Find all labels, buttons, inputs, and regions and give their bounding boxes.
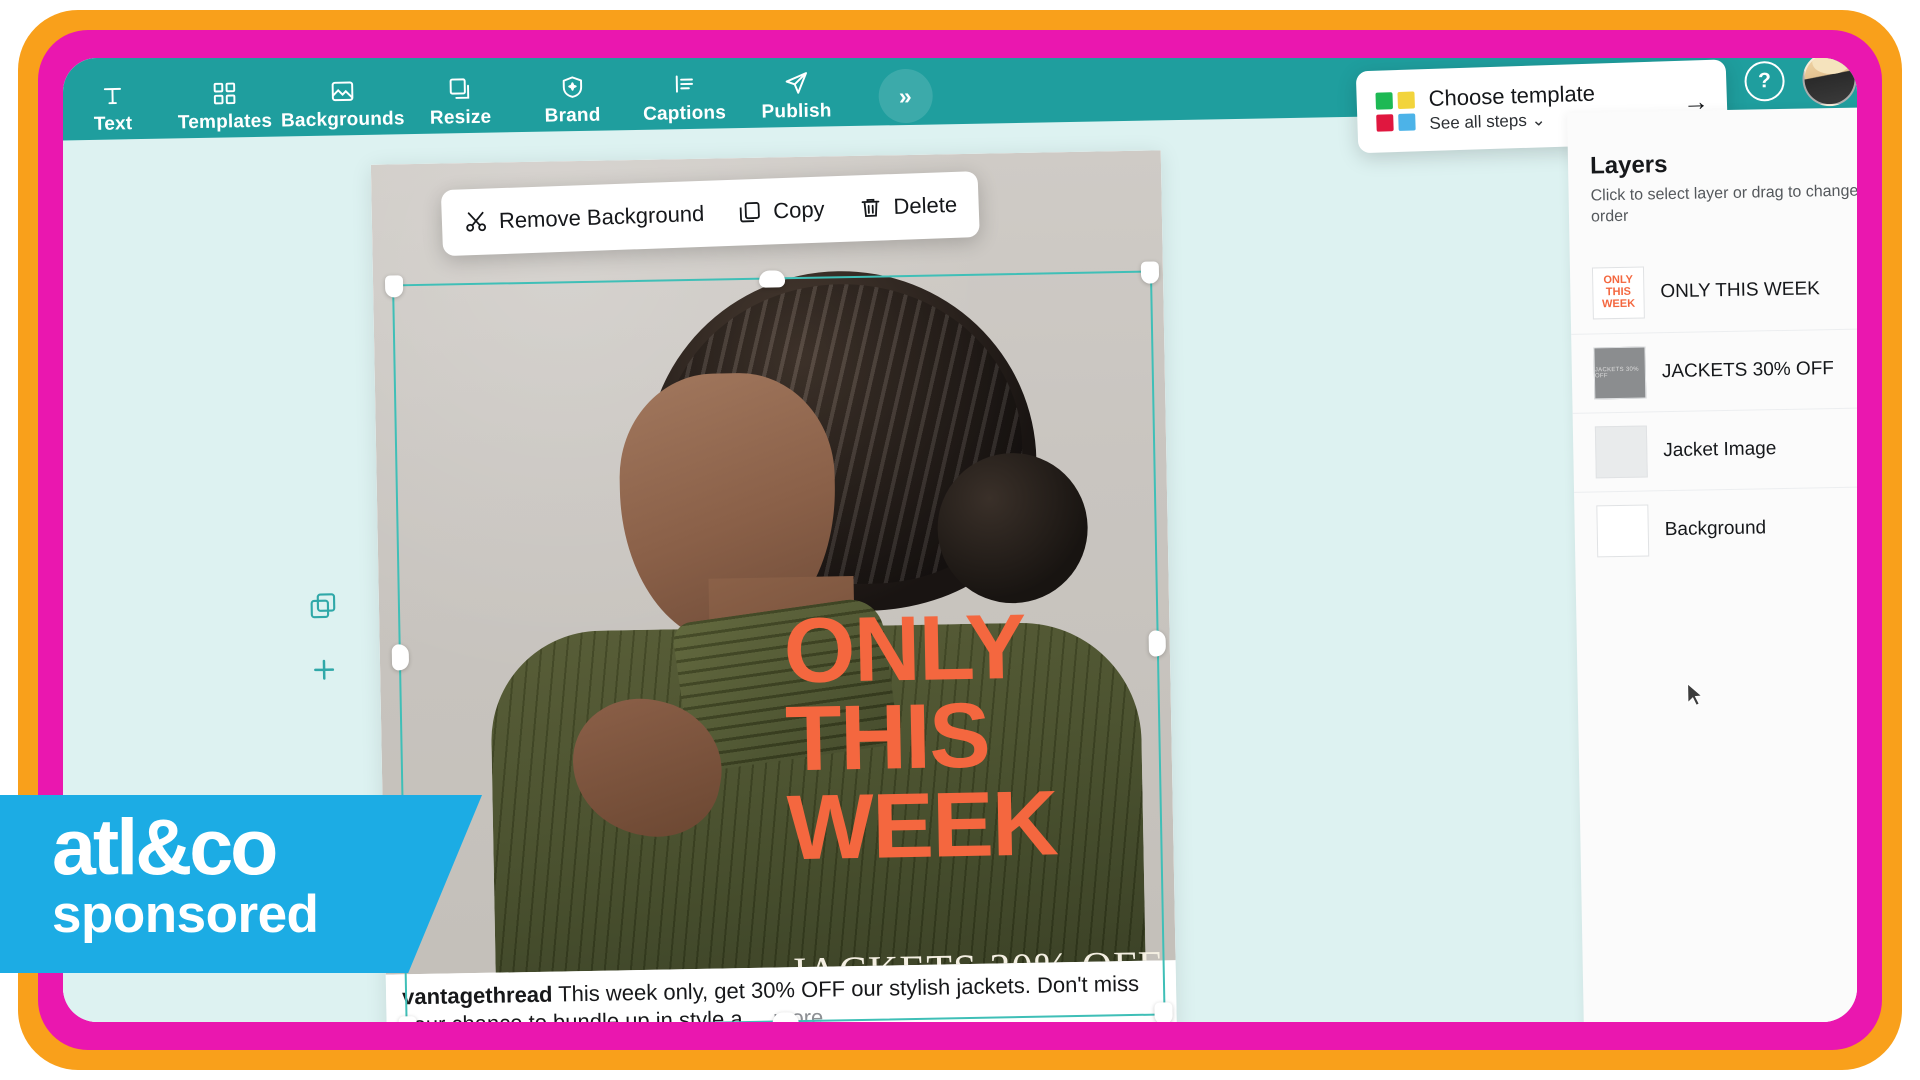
scissors-icon bbox=[466, 211, 487, 232]
nav-label: Brand bbox=[544, 104, 601, 127]
layer-thumbnail-text: ONLY THIS WEEK bbox=[1602, 273, 1636, 311]
nav-label: Resize bbox=[429, 106, 492, 129]
trash-icon bbox=[861, 198, 880, 217]
layer-thumbnail bbox=[1596, 504, 1650, 558]
layer-row[interactable]: ONLY THIS WEEK ONLY THIS WEEK ≡ bbox=[1570, 249, 1857, 334]
model-hair-bun bbox=[936, 451, 1089, 605]
nav-item-templates[interactable]: Templates bbox=[168, 79, 281, 138]
swatch-yellow bbox=[1396, 90, 1415, 109]
post-image[interactable]: ONLY THIS WEEK JACKETS 30% OFF bbox=[370, 150, 1176, 975]
nav-item-text[interactable]: Text bbox=[63, 82, 169, 141]
copy-icon bbox=[740, 202, 761, 223]
nav-label: Templates bbox=[177, 110, 273, 134]
nav-item-brand[interactable]: Brand bbox=[516, 73, 629, 132]
delete-button[interactable]: Delete bbox=[858, 192, 957, 222]
left-tool-strip bbox=[308, 591, 340, 686]
avatar-hair bbox=[1812, 58, 1851, 75]
swatch-red bbox=[1375, 113, 1394, 132]
atlco-logo: atl&co bbox=[52, 802, 278, 891]
caption-username[interactable]: vantagethread bbox=[402, 982, 553, 1010]
brand-icon bbox=[559, 74, 585, 100]
post-preview-card[interactable]: ONLY THIS WEEK JACKETS 30% OFF vantageth… bbox=[370, 150, 1177, 1022]
remove-background-button[interactable]: Remove Background bbox=[464, 201, 705, 236]
sponsored-banner: atl&co sponsored bbox=[0, 795, 482, 973]
nav-label: Backgrounds bbox=[280, 108, 405, 132]
layer-name: Jacket Image bbox=[1663, 437, 1777, 461]
expand-toolbar-button[interactable]: » bbox=[877, 68, 933, 124]
button-label: Delete bbox=[893, 191, 958, 220]
layer-row[interactable]: Jacket Image ≡ bbox=[1572, 406, 1857, 492]
layer-thumbnail bbox=[1594, 425, 1648, 479]
publish-icon bbox=[783, 70, 809, 96]
layer-name: JACKETS 30% OFF bbox=[1661, 357, 1835, 382]
sponsored-label: sponsored bbox=[52, 884, 319, 944]
button-label: Remove Background bbox=[498, 200, 705, 234]
mouse-cursor bbox=[1686, 682, 1706, 708]
caption-more-link[interactable]: ... more bbox=[748, 1005, 823, 1022]
chevron-down-icon: ⌄ bbox=[1531, 110, 1547, 130]
nav-label: Captions bbox=[642, 102, 727, 125]
nav-item-resize[interactable]: Resize bbox=[404, 75, 517, 134]
layer-thumbnail-text: JACKETS 30% OFF bbox=[1594, 366, 1639, 380]
layer-thumbnail: JACKETS 30% OFF bbox=[1593, 346, 1647, 400]
layer-name: ONLY THIS WEEK bbox=[1660, 278, 1821, 303]
plus-icon[interactable] bbox=[309, 654, 340, 685]
layer-name: Background bbox=[1664, 516, 1767, 540]
layer-row[interactable]: Background ≡ bbox=[1574, 485, 1857, 571]
nav-item-publish[interactable]: Publish bbox=[740, 69, 853, 128]
avatar[interactable] bbox=[1802, 58, 1857, 107]
templates-icon bbox=[211, 80, 237, 106]
duplicate-icon[interactable] bbox=[308, 591, 339, 622]
nav-label: Text bbox=[93, 113, 133, 135]
button-label: Copy bbox=[772, 196, 825, 224]
headline-text-layer[interactable]: ONLY THIS WEEK bbox=[783, 596, 1158, 879]
nav-item-backgrounds[interactable]: Backgrounds bbox=[280, 77, 405, 136]
text-icon bbox=[99, 82, 125, 108]
nav-label: Publish bbox=[761, 100, 832, 123]
resize-icon bbox=[447, 76, 473, 102]
swatch-blue bbox=[1397, 112, 1416, 131]
see-all-steps-label: See all steps bbox=[1429, 110, 1528, 133]
layer-list: ONLY THIS WEEK ONLY THIS WEEK ≡ JACKETS … bbox=[1570, 249, 1857, 571]
swatch-green bbox=[1374, 91, 1393, 110]
layers-panel: Layers Click to select layer or drag to … bbox=[1567, 107, 1857, 1022]
help-icon[interactable]: ? bbox=[1744, 60, 1785, 102]
template-swatch-icon bbox=[1374, 90, 1416, 132]
backgrounds-icon bbox=[329, 78, 355, 104]
captions-icon bbox=[671, 72, 697, 98]
layers-panel-hint: Click to select layer or drag to change … bbox=[1590, 182, 1857, 226]
layer-row[interactable]: JACKETS 30% OFF JACKETS 30% OFF ≡ bbox=[1571, 327, 1857, 413]
copy-button[interactable]: Copy bbox=[738, 197, 825, 226]
nav-item-captions[interactable]: Captions bbox=[628, 71, 741, 130]
layer-thumbnail: ONLY THIS WEEK bbox=[1591, 266, 1645, 320]
